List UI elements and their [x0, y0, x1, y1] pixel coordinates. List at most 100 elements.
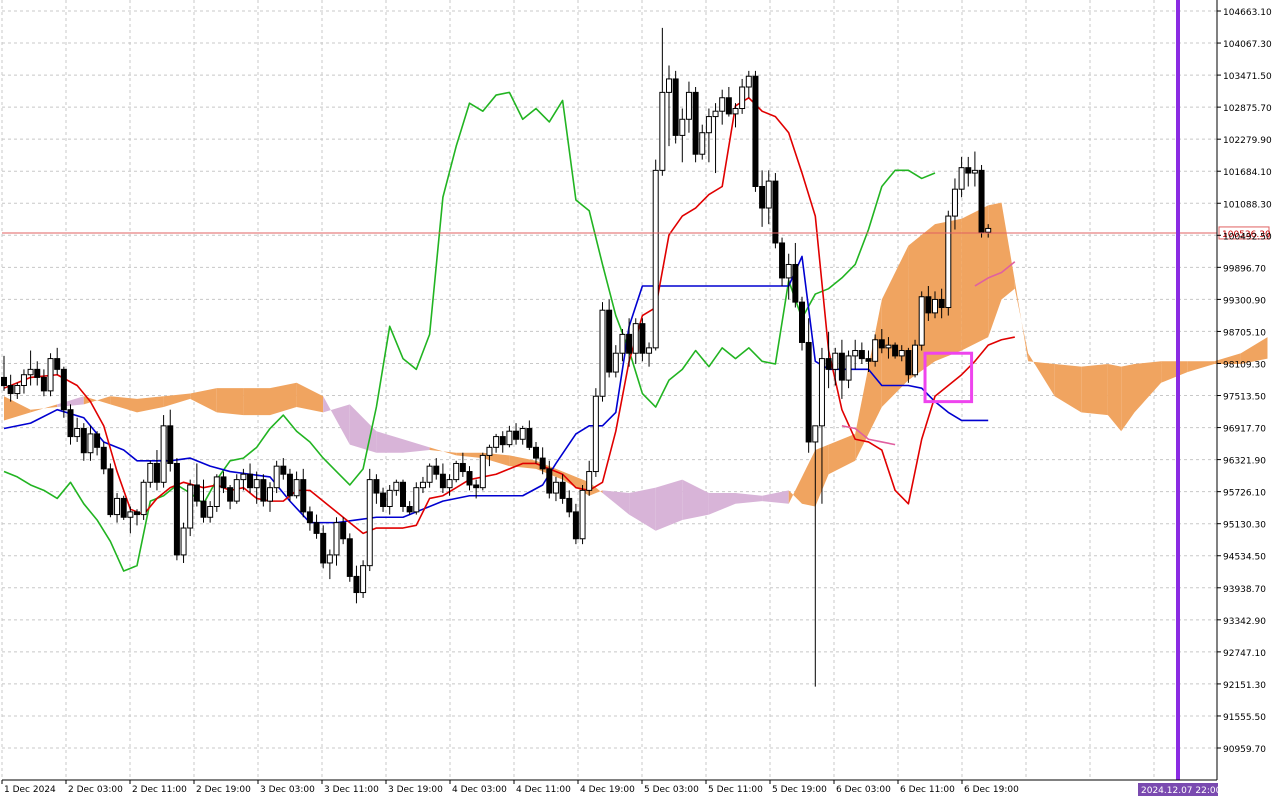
candle-body-bear: [167, 425, 174, 464]
x-tick-label: 4 Dec 11:00: [516, 785, 571, 795]
candle-body-bear: [193, 484, 200, 502]
x-tick-label: 5 Dec 19:00: [772, 785, 827, 795]
y-tick-label: 99300.90: [1223, 296, 1266, 306]
candle-body-bull: [599, 309, 606, 397]
y-tick-label: 91555.50: [1223, 713, 1266, 723]
candle-body-bull: [932, 298, 938, 314]
candle-body-bear: [759, 185, 766, 209]
candle-body-bull: [632, 323, 639, 354]
candle-body-bull: [745, 75, 752, 88]
y-tick-label: 94534.50: [1223, 553, 1266, 563]
candle-body-bear: [34, 368, 41, 378]
candle-body-bull: [14, 384, 21, 395]
candle-body-bull: [213, 476, 220, 508]
y-tick-label: 100492.50: [1223, 232, 1272, 242]
x-tick-label: 6 Dec 11:00: [900, 785, 955, 795]
candle-body-bull: [951, 188, 958, 217]
candle-body-bear: [247, 473, 254, 489]
candle-body-bear: [340, 522, 347, 540]
candle-body-bull: [453, 462, 460, 481]
candle-body-bear: [725, 97, 732, 115]
x-tick-label: 3 Dec 03:00: [260, 785, 315, 795]
candle-body-bear: [94, 433, 101, 448]
candle-body-bear: [892, 344, 899, 357]
candle-body-bear: [280, 465, 287, 475]
candle-body-bull: [140, 481, 147, 516]
x-tick-label: 6 Dec 19:00: [964, 785, 1019, 795]
candle-body-bear: [805, 341, 812, 443]
x-tick-label: 2 Dec 11:00: [132, 785, 187, 795]
candle-body-bull: [552, 481, 559, 494]
candle-body-bear: [459, 462, 466, 473]
candle-body-bull: [912, 344, 919, 376]
candle-body-bear: [526, 428, 533, 448]
candle-body-bear: [838, 352, 845, 381]
candle-body-bull: [812, 425, 819, 443]
candle-body-bull: [506, 430, 513, 446]
candle-body-bull: [293, 479, 300, 497]
candle-body-bull: [872, 339, 879, 362]
x-tick-label: 3 Dec 11:00: [324, 785, 379, 795]
cloud-segment: [1081, 363, 1108, 416]
candle-body-bull: [273, 465, 280, 489]
candle-body-bear: [978, 169, 985, 233]
y-tick-label: 95726.10: [1223, 489, 1266, 499]
candle-body-bear: [559, 481, 566, 499]
candle-body-bull: [945, 215, 952, 309]
candle-body-bull: [818, 358, 825, 427]
candle-body-bull: [666, 78, 672, 93]
candle-body-bear: [260, 479, 267, 502]
vertical-marker-label: 2024.12.07 22:00: [1141, 786, 1222, 796]
candle-body-bull: [233, 479, 240, 502]
candle-body-bull: [646, 347, 653, 354]
candle-body-bull: [586, 471, 593, 491]
candle-body-bear: [353, 575, 360, 594]
y-tick-label: 98705.10: [1223, 328, 1266, 338]
candle-body-bear: [153, 462, 160, 483]
y-tick-label: 93938.70: [1223, 585, 1266, 595]
x-tick-label: 1 Dec 2024: [4, 785, 56, 795]
candle-body-bull: [705, 116, 712, 134]
candle-body-bear: [220, 476, 227, 489]
candle-body-bear: [779, 242, 786, 279]
candle-body-bear: [825, 358, 832, 370]
candle-body-bear: [938, 298, 945, 309]
candle-body-bear: [7, 384, 14, 395]
candle-body-bull: [267, 487, 273, 502]
candle-body-bear: [499, 436, 506, 446]
candle-body-bull: [47, 358, 54, 392]
candle-body-bull: [785, 263, 792, 279]
candle-body-bear: [925, 296, 932, 314]
x-tick-label: 4 Dec 19:00: [580, 785, 635, 795]
candle-body-bull: [971, 169, 978, 174]
candle-body-bull: [712, 110, 719, 118]
y-tick-label: 99896.70: [1223, 264, 1266, 274]
candle-body-bear: [692, 91, 699, 155]
candle-body-bull: [852, 350, 859, 357]
x-tick-label: 3 Dec 19:00: [388, 785, 443, 795]
y-tick-label: 101684.10: [1223, 168, 1272, 178]
candle-body-bear: [905, 350, 912, 376]
candle-body-bear: [313, 522, 320, 534]
candle-body-bear: [134, 511, 140, 516]
candle-body-bear: [80, 428, 87, 454]
ichimoku-chart: 100536.30 2024.12.07 22:00 104663.10 10406…: [0, 0, 1280, 800]
candle-body-bear: [60, 368, 67, 411]
candle-body-bull: [519, 428, 526, 440]
candle-body-bull: [386, 489, 393, 508]
y-tick-label: 92747.10: [1223, 649, 1266, 659]
y-tick-label: 96321.90: [1223, 457, 1266, 467]
candle-body-bull: [885, 344, 892, 349]
candle-body-bear: [865, 358, 872, 362]
candle-body-bear: [300, 479, 307, 513]
candle-body-bear: [286, 473, 293, 497]
candle-body-bull: [765, 180, 772, 209]
y-tick-label: 104067.30: [1223, 40, 1272, 50]
candle-body-bear: [466, 471, 473, 486]
y-tick-label: 90959.70: [1223, 745, 1266, 755]
y-tick-label: 98109.30: [1223, 360, 1266, 370]
candle-body-bull: [333, 522, 340, 556]
x-tick-label: 2 Dec 03:00: [68, 785, 123, 795]
x-tick-label: 4 Dec 03:00: [452, 785, 507, 795]
x-tick-label: 5 Dec 03:00: [644, 785, 699, 795]
